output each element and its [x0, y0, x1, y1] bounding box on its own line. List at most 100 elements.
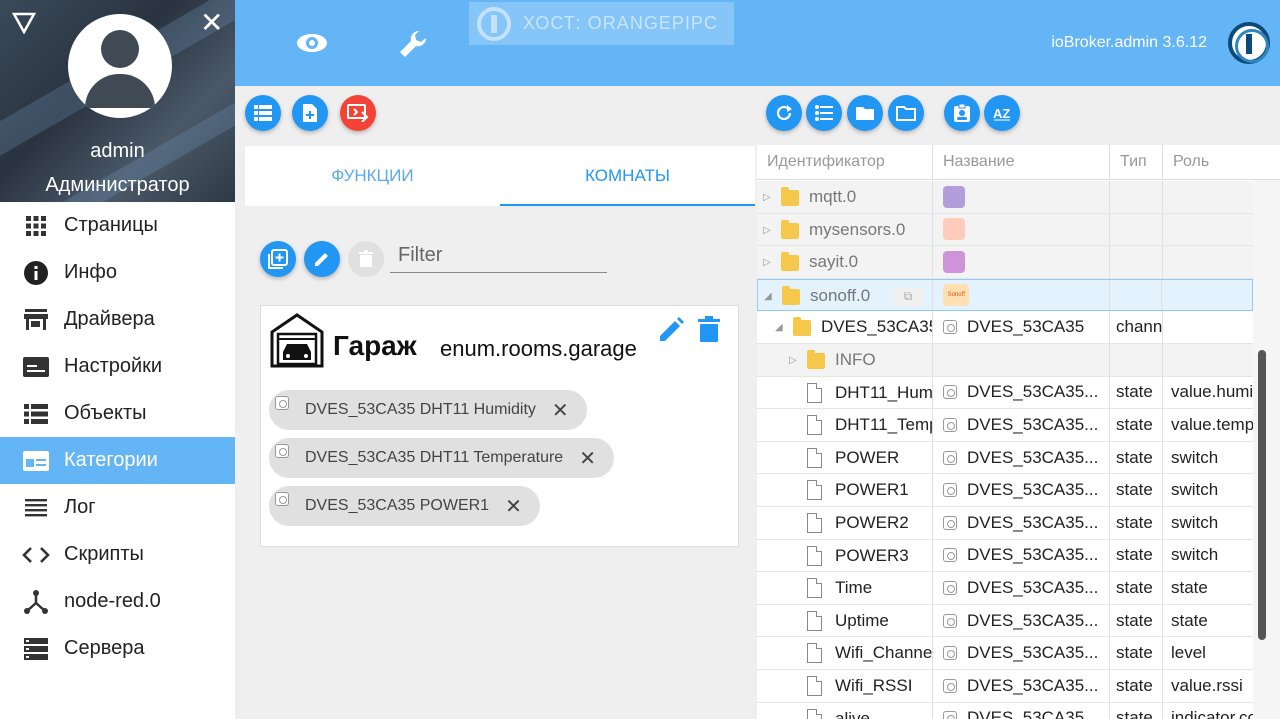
cell-name: Sonoff: [933, 279, 1110, 311]
list-mode-button[interactable]: [806, 95, 842, 131]
sidebar-item-objects[interactable]: Объекты: [0, 390, 235, 437]
column-header-type[interactable]: Тип: [1110, 145, 1163, 179]
tree-row[interactable]: POWER2 DVES_53CA35... state switch: [757, 507, 1253, 540]
cell-name: DVES_53CA35...: [933, 474, 1110, 506]
tree-row[interactable]: Wifi_RSSI DVES_53CA35... state value.rssi: [757, 670, 1253, 703]
object-id: alive: [835, 708, 870, 719]
column-header-name[interactable]: Название: [933, 145, 1110, 179]
cell-type: [1110, 246, 1163, 278]
tree-row[interactable]: POWER3 DVES_53CA35... state switch: [757, 539, 1253, 573]
edit-icon[interactable]: [657, 316, 685, 344]
add-box-icon: [268, 249, 288, 269]
member-chip[interactable]: DVES_53CA35 DHT11 Temperature ✕: [269, 438, 614, 478]
sidebar-item-label: Скрипты: [64, 543, 144, 565]
tree-row[interactable]: ▷ sayit.0: [757, 246, 1253, 279]
delete-room-button[interactable]: [348, 241, 384, 277]
tree-row[interactable]: ◢ sonoff.0 ⧉ Sonoff: [757, 278, 1253, 312]
edit-room-button[interactable]: [304, 241, 340, 277]
collapsed-arrow-icon[interactable]: ▷: [763, 225, 771, 236]
adapter-icon: [943, 250, 965, 273]
badge-button[interactable]: [944, 95, 980, 131]
room-id: enum.rooms.garage: [440, 336, 637, 361]
close-icon[interactable]: ✕: [573, 446, 614, 471]
tree-row[interactable]: ▷ mysensors.0: [757, 213, 1253, 247]
scrollbar-thumb[interactable]: [1258, 350, 1266, 640]
expanded-arrow-icon[interactable]: ◢: [764, 291, 772, 302]
tree-row[interactable]: DHT11_Humidity DVES_53CA35... state value.h…: [757, 376, 1253, 410]
collapsed-arrow-icon[interactable]: ▷: [789, 355, 797, 366]
tree-row[interactable]: ▷ mqtt.0: [757, 181, 1253, 214]
close-icon[interactable]: ✕: [499, 494, 540, 519]
cell-type: state: [1110, 539, 1163, 572]
add-room-button[interactable]: [260, 241, 296, 277]
state-icon: [943, 320, 957, 335]
cell-id: ◢ sonoff.0 ⧉: [758, 279, 934, 311]
cell-role: state: [1171, 610, 1208, 630]
cell-type: channel: [1110, 311, 1163, 343]
sidebar-item-node-red[interactable]: node-red.0: [0, 578, 235, 625]
state-icon: [943, 711, 957, 719]
cell-role: switch: [1171, 545, 1219, 565]
object-id: mqtt.0: [809, 187, 857, 206]
sidebar-item-adapters[interactable]: Драйвера: [0, 296, 235, 343]
file-icon: [807, 513, 822, 533]
member-chip[interactable]: DVES_53CA35 DHT11 Humidity ✕: [269, 390, 587, 430]
cell-id: alive: [757, 702, 933, 719]
tree-row[interactable]: Time DVES_53CA35... state state: [757, 572, 1253, 605]
sidebar-item-scripts[interactable]: Скрипты: [0, 531, 235, 578]
wrench-icon[interactable]: [397, 28, 429, 60]
tree-row[interactable]: Uptime DVES_53CA35... state state: [757, 604, 1253, 638]
list-view-button[interactable]: [245, 95, 281, 131]
menu-triangle-icon[interactable]: [12, 12, 36, 34]
collapse-folders-button[interactable]: [847, 95, 883, 131]
tree-row[interactable]: ▷ INFO: [757, 344, 1253, 377]
cell-type: state: [1110, 670, 1163, 702]
trash-icon[interactable]: [697, 316, 721, 344]
user-name: admin: [90, 140, 145, 162]
column-header-id[interactable]: Идентификатор: [757, 145, 933, 179]
refresh-icon: [776, 105, 792, 121]
tree-row[interactable]: alive DVES_53CA35... state indicator.connec…: [757, 702, 1253, 719]
collapsed-arrow-icon[interactable]: ▷: [763, 192, 771, 203]
sidebar-item-servers[interactable]: Сервера: [0, 625, 235, 672]
close-icon[interactable]: ✕: [200, 9, 223, 37]
filter-input[interactable]: Filter: [390, 240, 607, 273]
tab-functions[interactable]: ФУНКЦИИ: [245, 146, 500, 206]
room-title: Гараж: [333, 330, 417, 361]
refresh-button[interactable]: [766, 95, 802, 131]
cell-name: DVES_53CA35...: [933, 409, 1110, 441]
expanded-arrow-icon[interactable]: ◢: [775, 322, 783, 333]
iobroker-logo-icon: [477, 6, 511, 41]
tab-rooms[interactable]: КОМНАТЫ: [500, 146, 755, 206]
copy-icon[interactable]: ⧉: [893, 287, 923, 306]
member-chip[interactable]: DVES_53CA35 POWER1 ✕: [269, 486, 540, 526]
sort-az-button[interactable]: AZ: [984, 95, 1020, 131]
close-icon[interactable]: ✕: [546, 398, 587, 423]
sidebar-item-categories[interactable]: Категории: [0, 437, 235, 484]
object-id: POWER: [835, 447, 900, 467]
object-name: DVES_53CA35...: [967, 545, 1099, 565]
eye-icon[interactable]: [296, 32, 328, 54]
add-document-button[interactable]: [292, 95, 328, 131]
sidebar-item-info[interactable]: Инфо: [0, 249, 235, 296]
tree-row[interactable]: DHT11_Temperature DVES_53CA35... state valu…: [757, 409, 1253, 442]
object-name: DVES_53CA35...: [967, 512, 1099, 532]
sidebar-item-log[interactable]: Лог: [0, 484, 235, 531]
host-selector[interactable]: ХОСТ: ORANGEPIPC: [469, 2, 734, 45]
import-button[interactable]: [340, 95, 376, 131]
sidebar-item-pages[interactable]: Страницы: [0, 202, 235, 249]
cell-type: state: [1110, 637, 1163, 669]
column-header-role[interactable]: Роль: [1163, 145, 1253, 179]
cell-name: DVES_53CA35...: [933, 637, 1110, 669]
chip-label: DVES_53CA35 DHT11 Humidity: [305, 401, 536, 418]
collapsed-arrow-icon[interactable]: ▷: [763, 257, 771, 268]
file-icon: [807, 382, 822, 403]
tree-row[interactable]: POWER1 DVES_53CA35... state switch: [757, 474, 1253, 507]
expand-folders-button[interactable]: [888, 95, 924, 131]
tree-row[interactable]: Wifi_Channel DVES_53CA35... state level: [757, 637, 1253, 670]
tree-row[interactable]: POWER DVES_53CA35... state switch: [757, 441, 1253, 475]
sidebar-item-settings[interactable]: Настройки: [0, 343, 235, 390]
object-id: INFO: [835, 350, 876, 369]
tree-row[interactable]: ◢ DVES_53CA35 DVES_53CA35 channel: [757, 311, 1253, 344]
cell-role: value.temperature: [1171, 414, 1253, 434]
